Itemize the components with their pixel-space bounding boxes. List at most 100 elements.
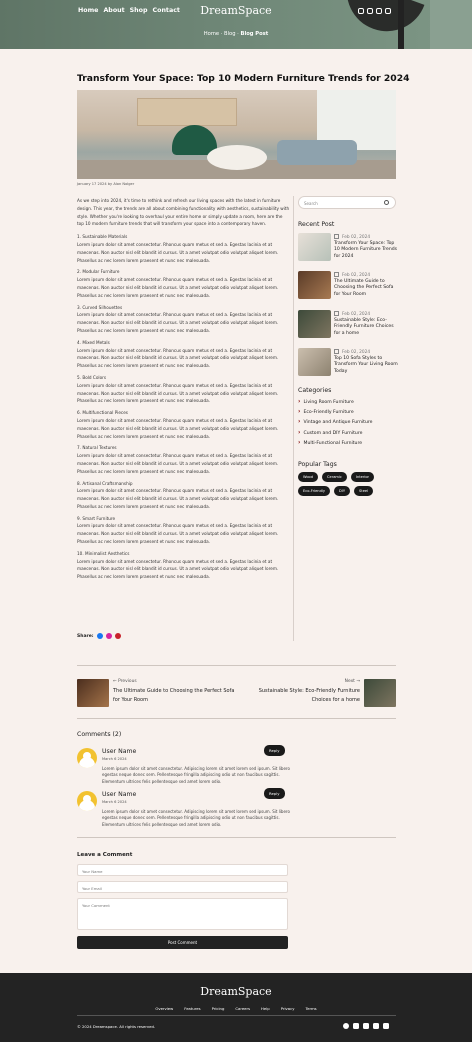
search-input[interactable]: Search [298,196,396,209]
comments-title: Comments (2) [77,731,122,738]
comment-author: User Name [102,748,137,755]
category-link[interactable]: Multi-Functional Furniture [298,439,362,446]
breadcrumb-blog[interactable]: Blog [224,31,235,37]
next-post-thumb[interactable] [364,679,396,707]
email-placeholder: Your Email [82,886,102,891]
reply-button[interactable]: Reply [264,745,285,756]
instagram-icon[interactable] [383,1023,389,1029]
footer-logo[interactable]: DreamSpace [0,985,472,998]
section-text: Lorem ipsum dolor sit amet consectetur. … [77,347,279,369]
next-post-link[interactable]: Next → Sustainable Style: Eco-Friendly F… [250,679,360,704]
prev-post-title[interactable]: The Ultimate Guide to Choosing the Perfe… [113,687,238,704]
reply-button[interactable]: Reply [264,788,285,799]
tag-eco-friendly[interactable]: Eco-Friendly [298,486,330,496]
section-heading: 3. Curved Silhouettes [77,304,123,310]
divider [77,837,396,838]
footer-link-terms[interactable]: Terms [305,1006,316,1011]
category-link[interactable]: Eco-Friendly Furniture [298,408,353,415]
post-body: As we step into 2024, it's time to rethi… [77,197,290,584]
name-field[interactable]: Your Name [77,864,288,876]
name-placeholder: Your Name [82,869,103,874]
section-text: Lorem ipsum dolor sit amet consectetur. … [77,312,279,333]
recent-posts-title: Recent Post [298,221,335,228]
section-heading: 10. Minimalist Aesthetics [77,550,130,556]
tag-diy[interactable]: DIY [334,486,351,496]
recent-post-thumb [298,233,331,261]
image-sofa [277,140,357,165]
post-intro: As we step into 2024, it's time to rethi… [77,198,290,227]
post-meta: January 17 2024 by Alon Nolger [77,182,135,186]
footer-link-careers[interactable]: Careers [235,1006,250,1011]
footer-link-features[interactable]: Features [184,1006,200,1011]
site-logo[interactable]: DreamSpace [0,4,472,17]
tag-list: Wood Ceramic Interior Eco-Friendly DIY S… [298,472,398,496]
category-link[interactable]: Custom and DIY Furniture [298,429,362,436]
avatar [77,791,97,811]
comment-text: Lorem ipsum dolor sit amet consectetur. … [102,766,290,784]
footer-links: Overview Features Pricing Careers Help P… [0,1006,472,1011]
tag-ceramic[interactable]: Ceramic [322,472,347,482]
footer-link-privacy[interactable]: Privacy [281,1006,295,1011]
search-placeholder: Search [304,201,318,206]
linkedin-icon[interactable] [363,1023,369,1029]
instagram-icon[interactable] [353,1023,359,1029]
share-bar: Share: [77,633,121,639]
recent-post-item[interactable]: Feb 02, 2024 Transform Your Space: Top 1… [298,233,398,263]
tag-wood[interactable]: Wood [298,472,319,482]
recent-post-item[interactable]: Feb 02, 2024 Top 10 Sofa Styles to Trans… [298,348,398,378]
recent-post-title[interactable]: The Ultimate Guide to Choosing the Perfe… [334,279,398,298]
search-icon[interactable] [358,8,364,14]
category-link[interactable]: Vintage and Antique Furniture [298,418,372,425]
image-table [207,145,267,170]
recent-post-item[interactable]: Feb 02, 2024 Sustainable Style: Eco-Frie… [298,310,396,340]
tiktok-icon[interactable] [373,1023,379,1029]
post-comment-button[interactable]: Post Comment [77,936,288,949]
section-heading: 5. Bold Colors [77,374,107,380]
comment-field[interactable]: Your Comment [77,898,288,930]
next-post-title[interactable]: Sustainable Style: Eco-Friendly Furnitur… [250,687,360,704]
facebook-icon[interactable] [343,1023,349,1029]
email-field[interactable]: Your Email [77,881,288,893]
popular-tags-title: Popular Tags [298,461,337,468]
user-icon[interactable] [367,8,373,14]
instagram-icon[interactable] [105,633,112,639]
section-heading: 6. Multifunctional Pieces [77,410,128,416]
cart-icon[interactable] [376,8,382,14]
recent-post-title[interactable]: Top 10 Sofa Styles to Transform Your Liv… [334,356,398,375]
search-icon[interactable] [384,200,389,205]
recent-post-title[interactable]: Transform Your Space: Top 10 Modern Furn… [334,241,398,260]
comment-date: March 6 2024 [102,757,127,761]
footer-link-pricing[interactable]: Pricing [212,1006,225,1011]
facebook-icon[interactable] [96,633,103,639]
recent-post-title[interactable]: Sustainable Style: Eco-Friendly Furnitur… [334,318,398,337]
category-link[interactable]: Living Room Furniture [298,398,353,405]
recent-post-date: Feb 02, 2024 [334,311,370,317]
footer-link-help[interactable]: Help [261,1006,270,1011]
comment-text: Lorem ipsum dolor sit amet consectetur. … [102,809,290,827]
arrow-left-icon: ← [113,679,117,684]
breadcrumb-home[interactable]: Home [204,31,219,37]
recent-post-item[interactable]: Feb 02, 2024 The Ultimate Guide to Choos… [298,271,396,301]
section-text: Lorem ipsum dolor sit amet consectetur. … [77,382,279,404]
tag-steel[interactable]: Steel [354,486,374,496]
recent-post-thumb [298,310,331,338]
divider [77,718,396,719]
breadcrumb-sep: · [237,31,239,37]
recent-post-date: Feb 02, 2024 [334,349,370,355]
footer-link-overview[interactable]: Overview [155,1006,173,1011]
prev-post-link[interactable]: ← Previous The Ultimate Guide to Choosin… [113,679,238,704]
section-heading: 1. Sustainable Materials [77,234,128,240]
pinterest-icon[interactable] [114,633,121,639]
section-text: Lorem ipsum dolor sit amet consectetur. … [77,453,279,474]
comment-date: March 6 2024 [102,800,127,804]
footer-divider [77,1015,396,1016]
comment-item: User Name March 6 2024 Lorem ipsum dolor… [77,788,396,841]
sidebar-divider [293,196,294,641]
divider [77,665,396,666]
avatar [77,748,97,768]
menu-icon[interactable] [385,8,391,14]
prev-post-thumb[interactable] [77,679,109,707]
tag-interior[interactable]: Interior [350,472,375,482]
hero-banner: Home About Shop Contact DreamSpace Home … [0,0,472,49]
section-text: Lorem ipsum dolor sit amet consectetur. … [77,488,279,509]
